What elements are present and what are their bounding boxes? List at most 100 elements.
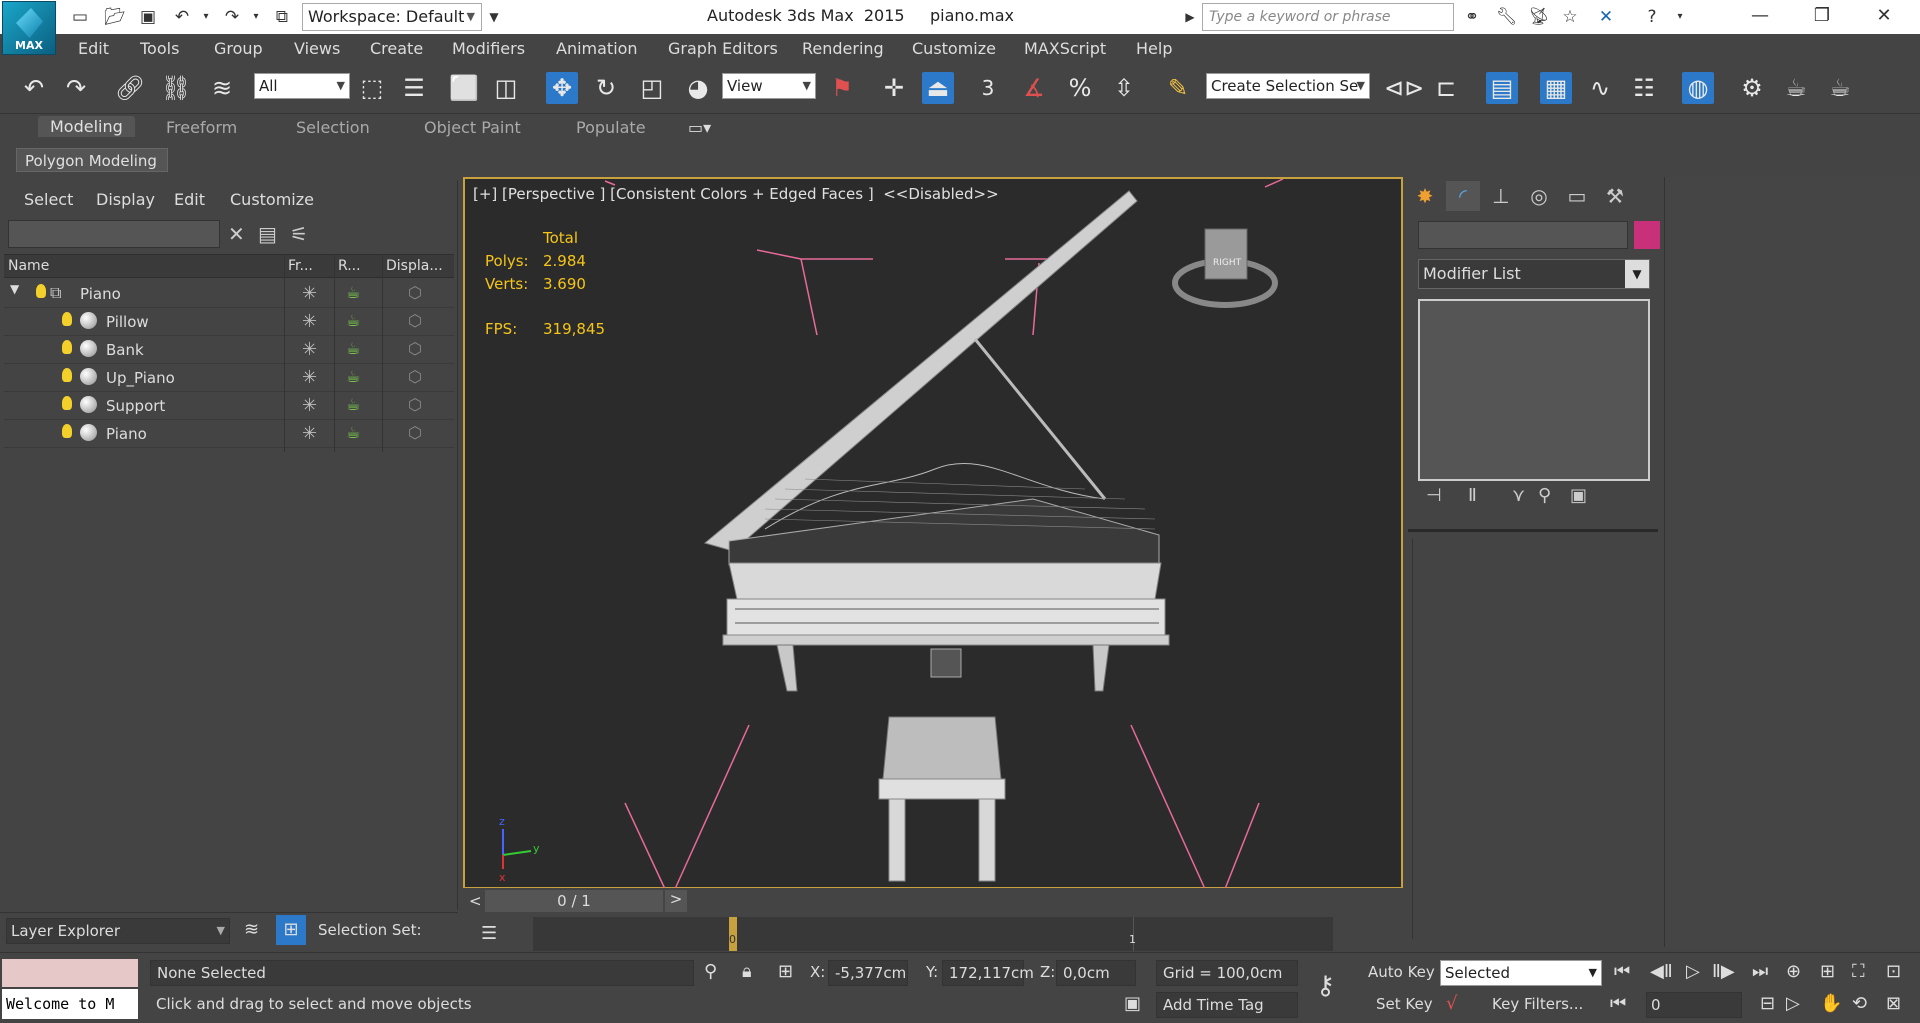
pin-stack-icon[interactable]: ⊣ xyxy=(1426,485,1442,506)
keyboard-shortcut-override-icon[interactable]: ⏏ xyxy=(922,72,954,104)
perspective-viewport[interactable]: [+] [Perspective ] [Consistent Colors + … xyxy=(463,177,1403,890)
selection-filter-dropdown[interactable]: All ▼ xyxy=(254,73,350,99)
create-tab-icon[interactable]: ✸ xyxy=(1408,181,1442,211)
explorer-settings-icon[interactable]: ▤ xyxy=(258,222,277,246)
explorer-type-dropdown[interactable]: Layer Explorer ▼ xyxy=(6,918,230,944)
tab-selection[interactable]: Selection xyxy=(296,118,370,137)
key-filters-button[interactable]: Key Filters... xyxy=(1492,995,1583,1013)
undo-icon[interactable]: ↶ xyxy=(18,72,50,104)
redo-icon[interactable]: ↷ xyxy=(222,7,242,27)
freeze-snowflake-icon[interactable]: ✳ xyxy=(302,423,317,444)
menu-modifiers[interactable]: Modifiers xyxy=(452,39,525,58)
open-file-icon[interactable]: 📂︎ xyxy=(104,7,126,27)
explorer-menu-edit[interactable]: Edit xyxy=(174,190,205,209)
key-mode-dropdown[interactable]: Selected ▼ xyxy=(1440,960,1602,986)
communication-icon[interactable]: 📡︎ xyxy=(1528,7,1550,27)
freeze-snowflake-icon[interactable]: ✳ xyxy=(302,283,317,304)
menu-edit[interactable]: Edit xyxy=(78,39,109,58)
freeze-snowflake-icon[interactable]: ✳ xyxy=(302,395,317,416)
zoom-extents-all-icon[interactable]: ⊡ xyxy=(1886,961,1901,982)
undo-dropdown-icon[interactable]: ▾ xyxy=(196,7,216,27)
save-file-icon[interactable]: ▣ xyxy=(138,7,158,27)
infocenter-expand-icon[interactable]: ▶ xyxy=(1180,7,1200,27)
snaps-toggle-icon[interactable]: 3 xyxy=(972,72,1004,104)
polygon-modeling-panel[interactable]: Polygon Modeling xyxy=(16,148,168,172)
scene-explorer-icon[interactable]: ▦ xyxy=(1540,72,1572,104)
time-tag-icon[interactable]: ▣ xyxy=(1124,993,1141,1014)
display-box-icon[interactable]: ⬡ xyxy=(408,395,422,414)
explorer-menu-customize[interactable]: Customize xyxy=(230,190,314,209)
field-of-view-icon[interactable]: ▷ xyxy=(1786,993,1800,1014)
redo-dropdown-icon[interactable]: ▾ xyxy=(246,7,266,27)
schematic-view-icon[interactable]: ☷ xyxy=(1628,72,1660,104)
rendered-frame-window-icon[interactable]: ☕ xyxy=(1780,72,1812,104)
bind-to-space-warp-icon[interactable]: ≋ xyxy=(206,72,238,104)
renderable-teapot-icon[interactable]: ☕ xyxy=(346,423,360,442)
menu-animation[interactable]: Animation xyxy=(556,39,638,58)
redo-icon[interactable]: ↷ xyxy=(60,72,92,104)
open-mini-curve-editor-icon[interactable]: ☰ xyxy=(481,923,497,944)
scene-row-support[interactable]: Support ✳ ☕ ⬡ xyxy=(4,392,454,420)
angle-snap-icon[interactable]: ∡ xyxy=(1018,72,1050,104)
column-name[interactable]: Name xyxy=(8,258,49,274)
time-slider-next-button[interactable]: > xyxy=(665,890,687,912)
search-input[interactable]: Type a keyword or phrase xyxy=(1202,3,1454,31)
menu-views[interactable]: Views xyxy=(294,39,340,58)
tab-object-paint[interactable]: Object Paint xyxy=(424,118,521,137)
percent-snap-icon[interactable]: % xyxy=(1064,72,1096,104)
set-key-icon[interactable]: ⚷ xyxy=(1316,971,1335,1001)
freeze-snowflake-icon[interactable]: ✳ xyxy=(302,367,317,388)
menu-tools[interactable]: Tools xyxy=(140,39,179,58)
isolate-selection-icon[interactable]: ⚲ xyxy=(704,961,717,982)
viewcube-box[interactable] xyxy=(1204,228,1248,280)
current-frame-field[interactable]: 0 xyxy=(1646,992,1742,1018)
help-icon[interactable]: ? xyxy=(1642,7,1662,27)
reference-coordinate-dropdown[interactable]: View ▼ xyxy=(722,73,816,99)
scene-row-up-piano[interactable]: Up_Piano ✳ ☕ ⬡ xyxy=(4,364,454,392)
help-dropdown-icon[interactable]: ▾ xyxy=(1670,7,1690,27)
select-manipulate-icon[interactable]: ✛ xyxy=(878,72,910,104)
edit-named-selection-icon[interactable]: ✎ xyxy=(1162,72,1194,104)
display-tab-icon[interactable]: ▭ xyxy=(1560,181,1594,211)
display-box-icon[interactable]: ⬡ xyxy=(408,367,422,386)
modifier-list-dropdown[interactable]: Modifier List ▼ xyxy=(1418,259,1650,289)
maxscript-listener-input[interactable]: Welcome to M xyxy=(2,989,138,1019)
favorites-star-icon[interactable]: ☆ xyxy=(1560,7,1580,27)
select-and-link-icon[interactable]: 🔗︎ xyxy=(114,72,146,104)
exchange-icon[interactable]: ✕ xyxy=(1596,7,1616,27)
rectangular-selection-icon[interactable]: ⬜ xyxy=(448,72,480,104)
object-name-field[interactable] xyxy=(1418,221,1628,249)
set-key-button[interactable]: Set Key xyxy=(1376,995,1433,1013)
object-color-swatch[interactable] xyxy=(1634,221,1660,249)
undo-icon[interactable]: ↶ xyxy=(172,7,192,27)
tab-freeform[interactable]: Freeform xyxy=(166,118,237,137)
select-and-scale-icon[interactable]: ◰ xyxy=(636,72,668,104)
utilities-tab-icon[interactable]: ⚒ xyxy=(1598,181,1632,211)
menu-help[interactable]: Help xyxy=(1136,39,1172,58)
key-mode-toggle-icon[interactable]: ⏮ xyxy=(1610,993,1626,1014)
remove-modifier-icon[interactable]: ⚲ xyxy=(1538,485,1551,506)
layers-icon[interactable]: ≋ xyxy=(244,919,259,940)
ribbon-options-icon[interactable]: ▭▾ xyxy=(688,118,711,137)
select-object-icon[interactable]: ⬚ xyxy=(356,72,388,104)
select-and-place-icon[interactable]: ◕ xyxy=(682,72,714,104)
app-logo-button[interactable]: MAX xyxy=(2,1,56,55)
light-bulb-icon[interactable] xyxy=(62,340,72,354)
play-icon[interactable]: ▷ xyxy=(1686,961,1700,982)
tab-populate[interactable]: Populate xyxy=(576,118,646,137)
time-configuration-icon[interactable]: ⊟ xyxy=(1760,993,1775,1014)
new-file-icon[interactable]: ▭ xyxy=(70,7,90,27)
next-frame-icon[interactable]: Ⅱ▶︎ xyxy=(1712,961,1735,982)
menu-graph-editors[interactable]: Graph Editors xyxy=(668,39,778,58)
project-folder-icon[interactable]: ⧉ xyxy=(272,7,292,27)
light-bulb-icon[interactable] xyxy=(62,312,72,326)
maxscript-listener-mini[interactable] xyxy=(2,959,138,987)
column-renderable[interactable]: R... xyxy=(338,258,361,274)
restore-button[interactable]: ❐ xyxy=(1794,0,1850,34)
menu-customize[interactable]: Customize xyxy=(912,39,996,58)
selection-lock-icon[interactable]: 🔒︎ xyxy=(742,961,752,982)
maximize-viewport-icon[interactable]: ⊠ xyxy=(1886,993,1901,1014)
zoom-all-icon[interactable]: ⊞ xyxy=(1820,961,1835,982)
light-bulb-icon[interactable] xyxy=(62,396,72,410)
clear-search-icon[interactable]: ✕ xyxy=(228,222,245,246)
